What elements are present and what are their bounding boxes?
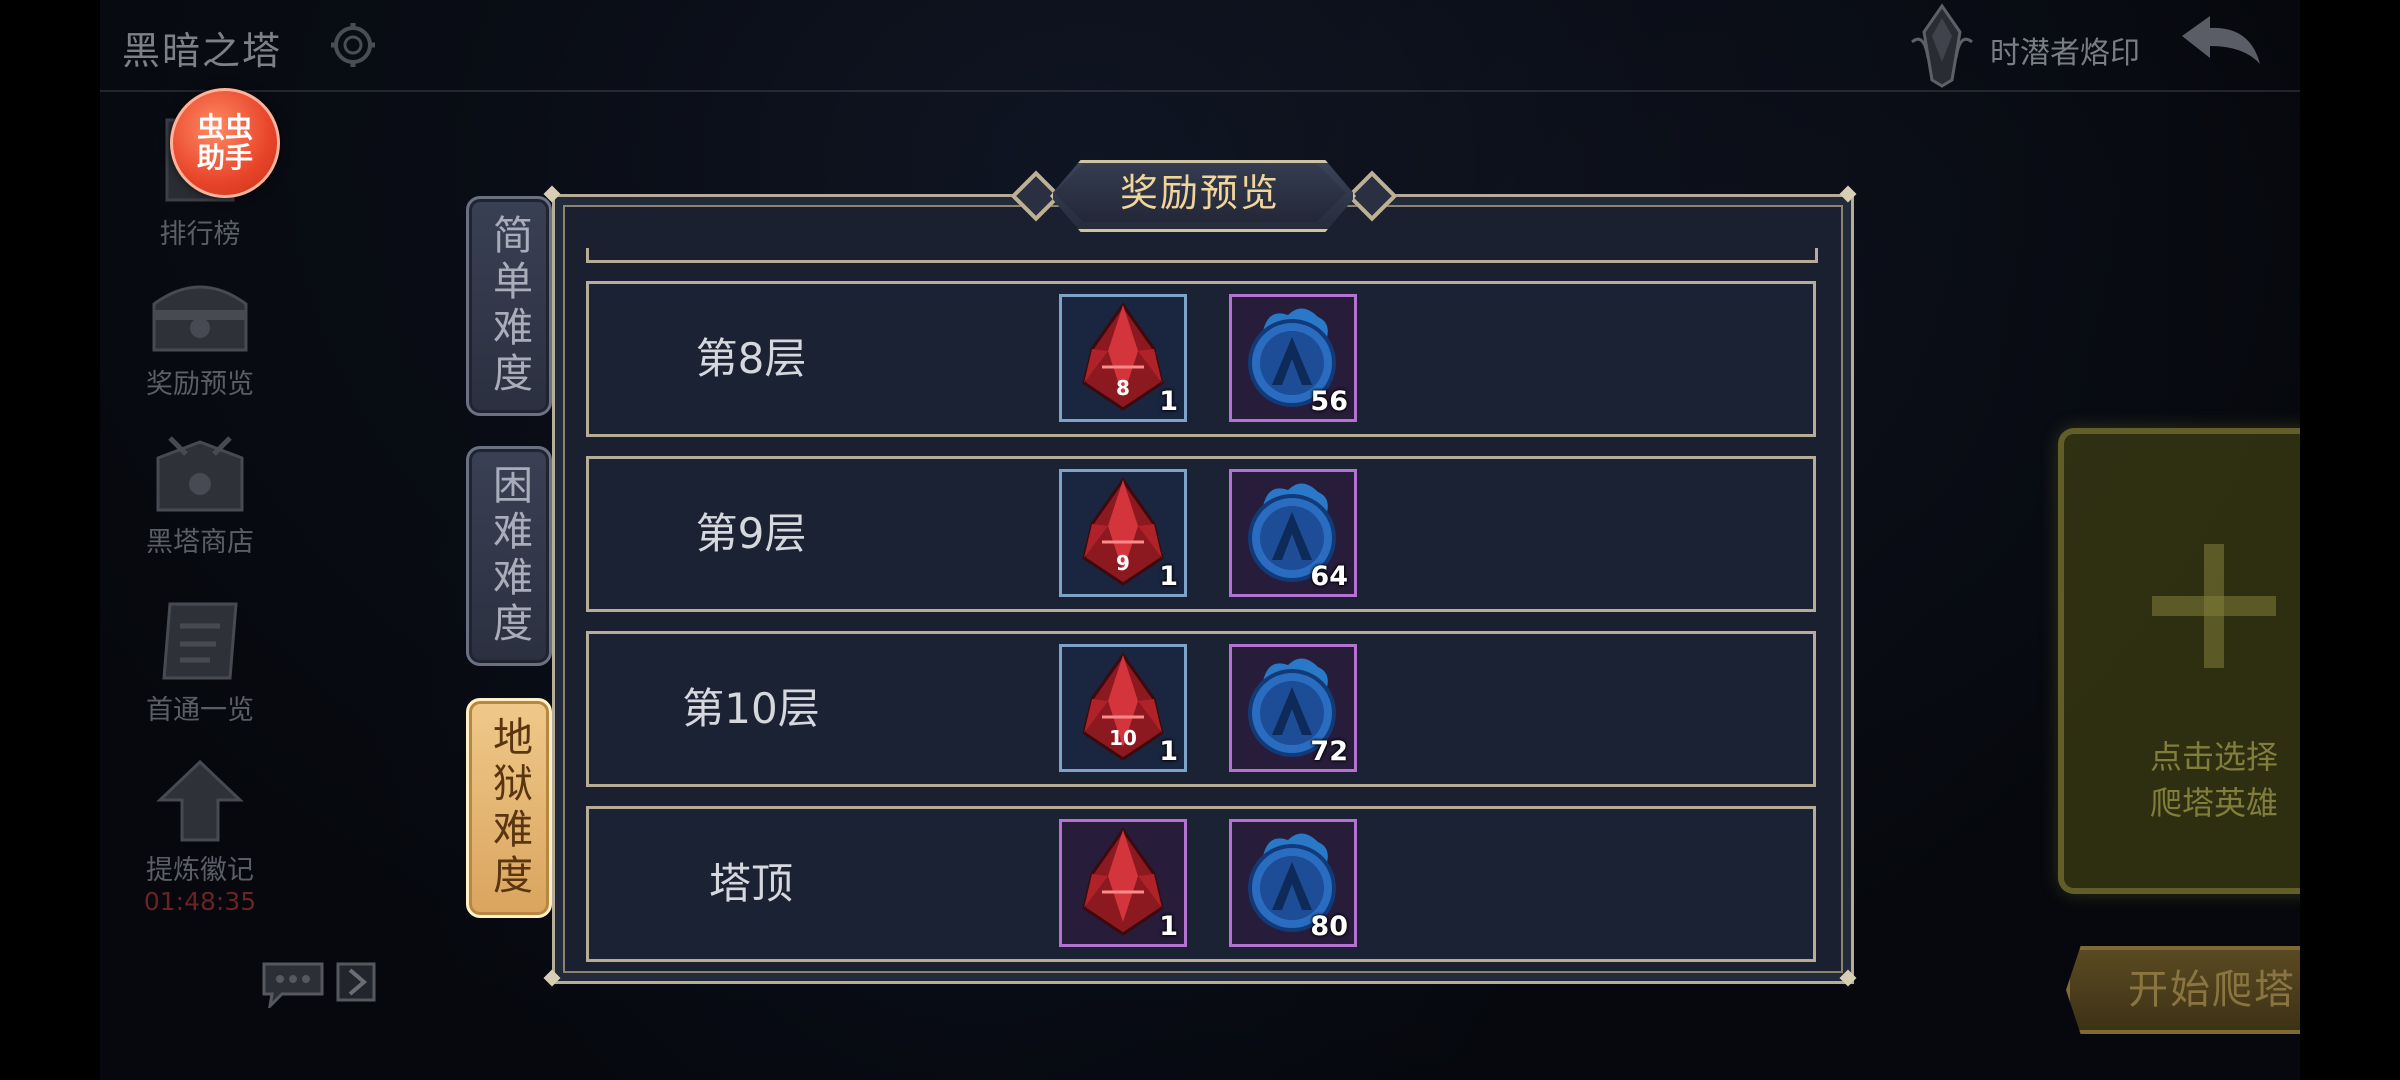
reward-item-slot[interactable]: 1 [1059, 819, 1187, 947]
timewalker-emblem-icon[interactable] [1902, 2, 1982, 88]
tab-easy[interactable]: 简单难度 [466, 196, 552, 416]
scrolled-row-edge [586, 248, 1818, 263]
reward-row: 第8层 8 1 56 [586, 281, 1816, 437]
item-count: 56 [1310, 386, 1348, 417]
floor-label: 塔顶 [708, 859, 793, 908]
top-bar: 黑暗之塔 时潜者烙印 [100, 0, 2300, 92]
reward-row: 第9层 9 1 64 [586, 456, 1816, 612]
reward-item-slot[interactable]: 10 1 [1059, 644, 1187, 772]
reward-item-slot[interactable]: 80 [1229, 819, 1357, 947]
select-hero-slot[interactable]: 点击选择 爬塔英雄 [2058, 428, 2300, 894]
item-count: 1 [1159, 736, 1178, 767]
upgrade-arrow-icon [156, 759, 244, 842]
tab-hell[interactable]: 地狱难度 [466, 698, 552, 918]
shop-box-icon [156, 436, 244, 512]
select-hero-hint: 点击选择 爬塔英雄 [2149, 738, 2278, 822]
sidebar-item-first-clear[interactable]: 首通一览 [130, 596, 270, 727]
reward-item-slot[interactable]: 8 1 [1059, 294, 1187, 422]
reward-item-slot[interactable]: 72 [1229, 644, 1357, 772]
reward-item-slot[interactable]: 56 [1229, 294, 1357, 422]
plus-icon [2152, 544, 2276, 668]
treasure-chest-icon [152, 285, 248, 352]
reward-row: 塔顶 1 80 [586, 806, 1816, 962]
item-count: 1 [1159, 561, 1178, 592]
tab-hard[interactable]: 困难难度 [466, 446, 552, 666]
svg-text:10: 10 [1109, 726, 1137, 750]
panel-title: 奖励预览 [1119, 171, 1280, 215]
floor-label: 第10层 [682, 684, 820, 733]
sidebar-item-tower-shop[interactable]: 黑塔商店 [130, 428, 270, 559]
emblem-label: 时潜者烙印 [1990, 36, 2140, 71]
back-arrow-icon[interactable] [2178, 14, 2264, 72]
scroll-icon [162, 602, 238, 680]
page-title: 黑暗之塔 [122, 29, 283, 73]
sidebar-item-refine-emblem[interactable]: 提炼徽记 01:48:35 [130, 756, 270, 916]
expand-arrow-icon[interactable] [336, 962, 376, 1002]
help-gear-icon[interactable] [330, 22, 376, 68]
refine-timer: 01:48:35 [143, 887, 257, 916]
item-count: 72 [1310, 736, 1348, 767]
assistant-badge[interactable]: 虫虫 助手 [170, 88, 280, 198]
chat-icon[interactable] [260, 960, 326, 1008]
reward-row: 第10层 10 1 72 [586, 631, 1816, 787]
reward-item-slot[interactable]: 9 1 [1059, 469, 1187, 597]
item-count: 80 [1310, 911, 1348, 942]
svg-text:9: 9 [1116, 551, 1130, 575]
item-count: 1 [1159, 911, 1178, 942]
item-count: 1 [1159, 386, 1178, 417]
reward-item-slot[interactable]: 64 [1229, 469, 1357, 597]
sidebar-item-reward-preview[interactable]: 奖励预览 [130, 270, 270, 401]
floor-label: 第9层 [695, 509, 807, 558]
start-climb-button[interactable]: 开始爬塔 [2066, 946, 2300, 1034]
svg-text:8: 8 [1116, 376, 1130, 400]
panel-title-plaque: 奖励预览 [1010, 156, 1398, 232]
floor-label: 第8层 [695, 334, 807, 383]
item-count: 64 [1310, 561, 1348, 592]
